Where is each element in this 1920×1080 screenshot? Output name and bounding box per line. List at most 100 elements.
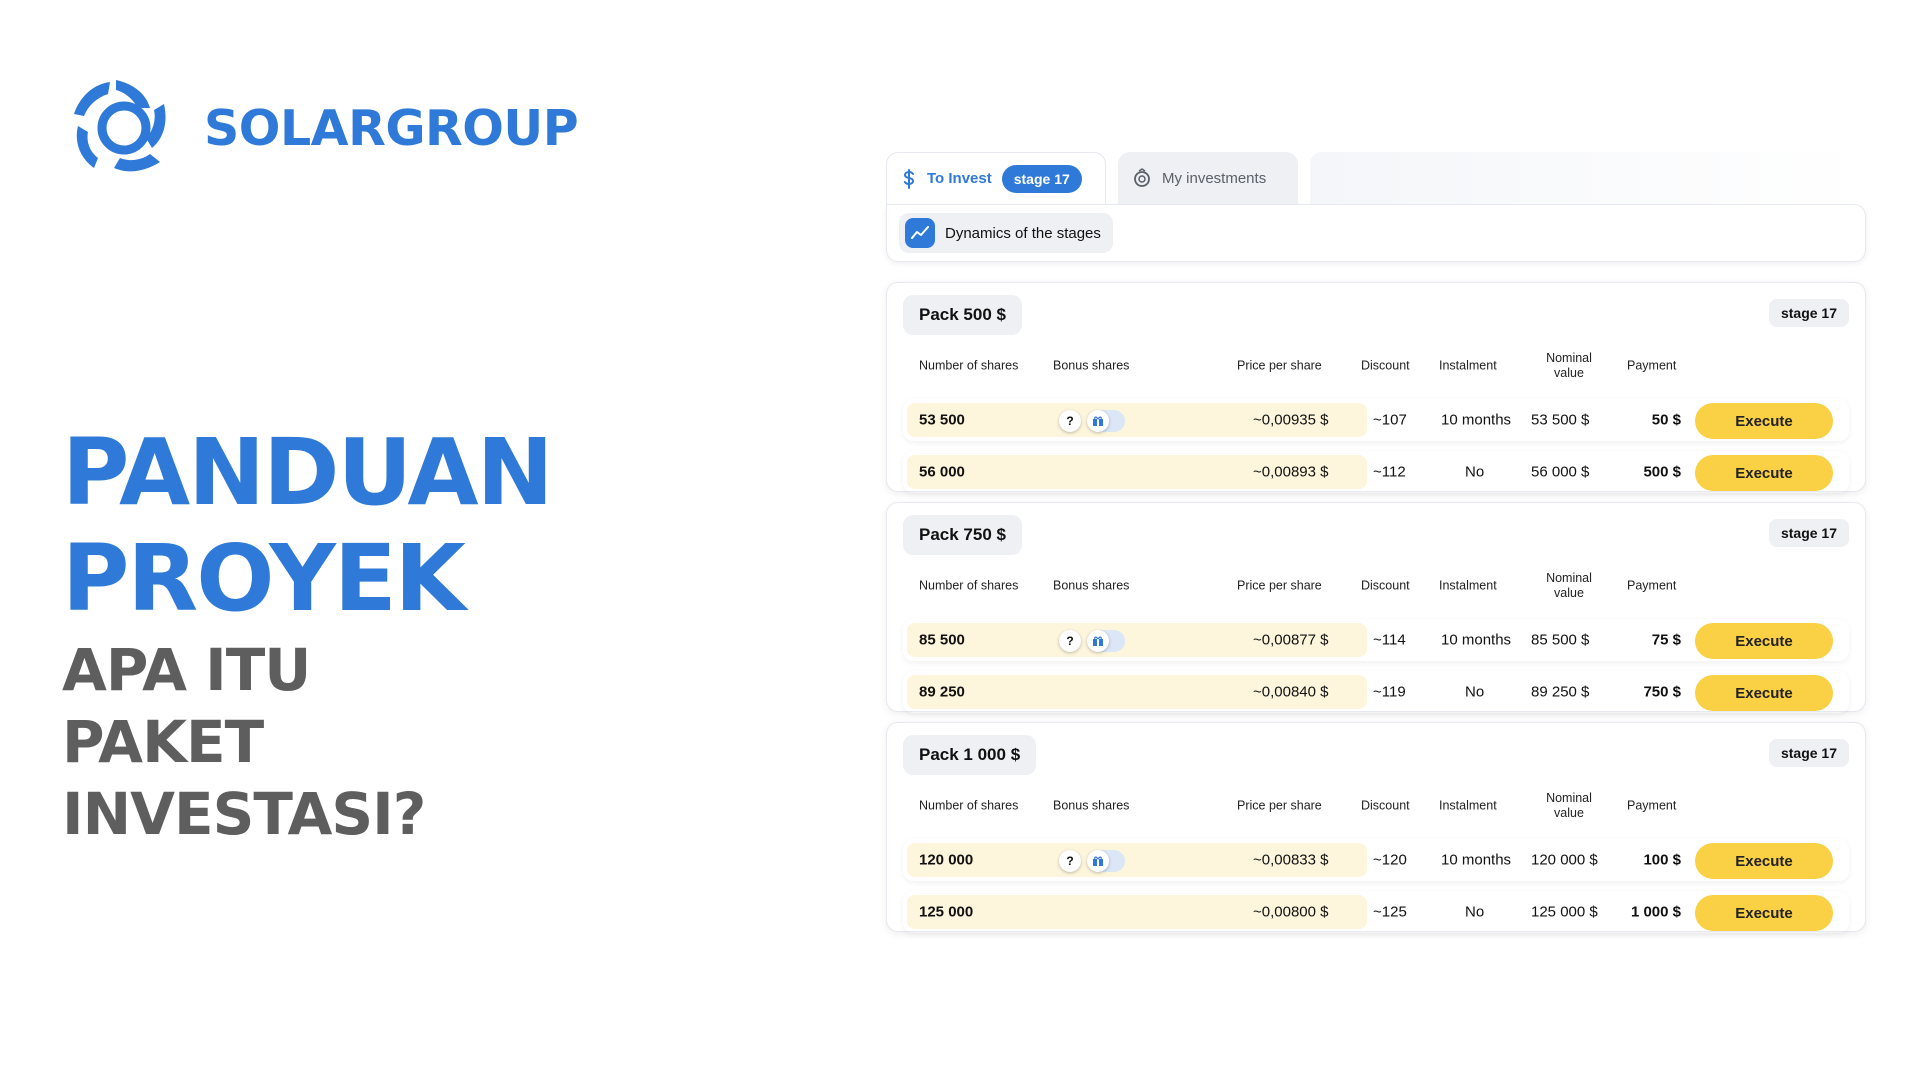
discount-value: ~107 — [1373, 411, 1407, 429]
price-value: ~0,00935 $ — [1253, 411, 1329, 429]
discount-value: ~119 — [1373, 683, 1406, 701]
brand-logo: SOLARGROUP — [64, 74, 579, 182]
pack-title: Pack 1 000 $ — [903, 735, 1037, 775]
bonus-shares-toggle[interactable] — [1087, 630, 1125, 652]
pack-card: Pack 500 $ stage 17 Number of shares Bon… — [886, 282, 1866, 492]
nominal-value: 56 000 $ — [1531, 463, 1590, 481]
nominal-value: 53 500 $ — [1531, 411, 1590, 429]
table-header: Number of shares Bonus shares Price per … — [903, 563, 1849, 609]
tab-bar-filler — [1310, 152, 1866, 204]
shares-value: 85 500 — [919, 631, 965, 649]
column-header-nominal: Nominal value — [1546, 351, 1592, 380]
price-value: ~0,00840 $ — [1253, 683, 1329, 701]
dollar-icon — [901, 168, 917, 189]
discount-value: ~125 — [1373, 903, 1407, 921]
shares-value: 89 250 — [919, 683, 965, 701]
help-icon[interactable]: ? — [1059, 410, 1081, 432]
shares-value: 125 000 — [919, 903, 974, 921]
column-header-nominal: Nominal value — [1546, 571, 1592, 600]
nominal-value: 125 000 $ — [1531, 903, 1598, 921]
column-header-payment: Payment — [1627, 578, 1677, 593]
stage-badge: stage 17 — [1768, 739, 1849, 767]
pack-title: Pack 500 $ — [903, 295, 1022, 335]
execute-button[interactable]: Execute — [1695, 675, 1833, 711]
payment-value: 50 $ — [1651, 411, 1681, 429]
execute-button[interactable]: Execute — [1695, 895, 1833, 931]
shares-value: 53 500 — [919, 411, 965, 429]
help-icon[interactable]: ? — [1059, 630, 1081, 652]
instalment-value: 10 months — [1441, 851, 1512, 869]
column-header-instalment: Instalment — [1439, 798, 1497, 813]
price-value: ~0,00800 $ — [1253, 903, 1329, 921]
dynamics-of-stages-button[interactable]: Dynamics of the stages — [899, 213, 1113, 253]
column-header-instalment: Instalment — [1439, 358, 1497, 373]
table-row: 53 500 ? ~0,00935 $ ~107 10 months 53 50… — [903, 399, 1849, 441]
subheadline: APA ITU PAKET INVESTASI? — [62, 634, 426, 850]
tab-bar: To Invest stage 17 My investments — [886, 152, 1866, 204]
gift-icon — [1087, 850, 1109, 872]
execute-button[interactable]: Execute — [1695, 623, 1833, 659]
bonus-shares-toggle[interactable] — [1087, 410, 1125, 432]
column-header-price: Price per share — [1237, 358, 1322, 373]
nominal-value: 85 500 $ — [1531, 631, 1590, 649]
table-header: Number of shares Bonus shares Price per … — [903, 783, 1849, 829]
stage-badge: stage 17 — [1768, 519, 1849, 547]
investment-panel: To Invest stage 17 My investments Dynami… — [886, 152, 1866, 932]
discount-value: ~112 — [1373, 463, 1406, 481]
tab-to-invest[interactable]: To Invest stage 17 — [886, 152, 1106, 204]
column-header-bonus: Bonus shares — [1053, 798, 1130, 813]
headline-line: PROYEK — [62, 525, 466, 632]
execute-button[interactable]: Execute — [1695, 403, 1833, 439]
execute-button[interactable]: Execute — [1695, 455, 1833, 491]
payment-value: 500 $ — [1643, 463, 1681, 481]
instalment-value: No — [1465, 683, 1485, 701]
payment-value: 100 $ — [1643, 851, 1681, 869]
shares-value: 56 000 — [919, 463, 965, 481]
trend-chart-icon — [905, 218, 935, 248]
subheadline-line: APA ITU — [62, 636, 311, 704]
column-header-nominal: Nominal value — [1546, 791, 1592, 820]
coins-icon — [1132, 168, 1152, 188]
shares-value: 120 000 — [919, 851, 974, 869]
payment-value: 1 000 $ — [1630, 903, 1681, 921]
column-header-price: Price per share — [1237, 578, 1322, 593]
pack-title: Pack 750 $ — [903, 515, 1022, 555]
help-icon[interactable]: ? — [1059, 850, 1081, 872]
column-header-payment: Payment — [1627, 798, 1677, 813]
table-row: 56 000 ~0,00893 $ ~112 No 56 000 $ 500 $… — [903, 451, 1849, 493]
column-header-shares: Number of shares — [919, 578, 1019, 593]
stage-badge: stage 17 — [1768, 299, 1849, 327]
bonus-shares-toggle[interactable] — [1087, 850, 1125, 872]
table-row: 89 250 ~0,00840 $ ~119 No 89 250 $ 750 $… — [903, 671, 1849, 713]
table-row: 120 000 ? ~0,00833 $ ~120 10 months 120 … — [903, 839, 1849, 881]
discount-value: ~114 — [1373, 631, 1406, 649]
column-header-instalment: Instalment — [1439, 578, 1497, 593]
tab-label: My investments — [1162, 169, 1267, 187]
column-header-shares: Number of shares — [919, 358, 1019, 373]
column-header-shares: Number of shares — [919, 798, 1019, 813]
price-value: ~0,00833 $ — [1253, 851, 1329, 869]
column-header-bonus: Bonus shares — [1053, 358, 1130, 373]
pack-card: Pack 750 $ stage 17 Number of shares Bon… — [886, 502, 1866, 712]
execute-button[interactable]: Execute — [1695, 843, 1833, 879]
gift-icon — [1087, 410, 1109, 432]
column-header-bonus: Bonus shares — [1053, 578, 1130, 593]
subheadline-line: PAKET — [62, 708, 264, 776]
instalment-value: 10 months — [1441, 411, 1512, 429]
payment-value: 75 $ — [1651, 631, 1681, 649]
nominal-value: 89 250 $ — [1531, 683, 1590, 701]
tab-label: To Invest — [927, 170, 992, 187]
instalment-value: 10 months — [1441, 631, 1512, 649]
toolbar: Dynamics of the stages — [886, 204, 1866, 262]
column-header-discount: Discount — [1361, 358, 1410, 373]
tab-my-investments[interactable]: My investments — [1118, 152, 1298, 204]
column-header-discount: Discount — [1361, 798, 1410, 813]
column-header-payment: Payment — [1627, 358, 1677, 373]
sun-logo-icon — [74, 80, 166, 172]
subheadline-line: INVESTASI? — [62, 780, 426, 848]
brand-name: SOLARGROUP — [204, 99, 579, 157]
table-row: 125 000 ~0,00800 $ ~125 No 125 000 $ 1 0… — [903, 891, 1849, 933]
price-value: ~0,00893 $ — [1253, 463, 1329, 481]
price-value: ~0,00877 $ — [1253, 631, 1329, 649]
discount-value: ~120 — [1373, 851, 1407, 869]
